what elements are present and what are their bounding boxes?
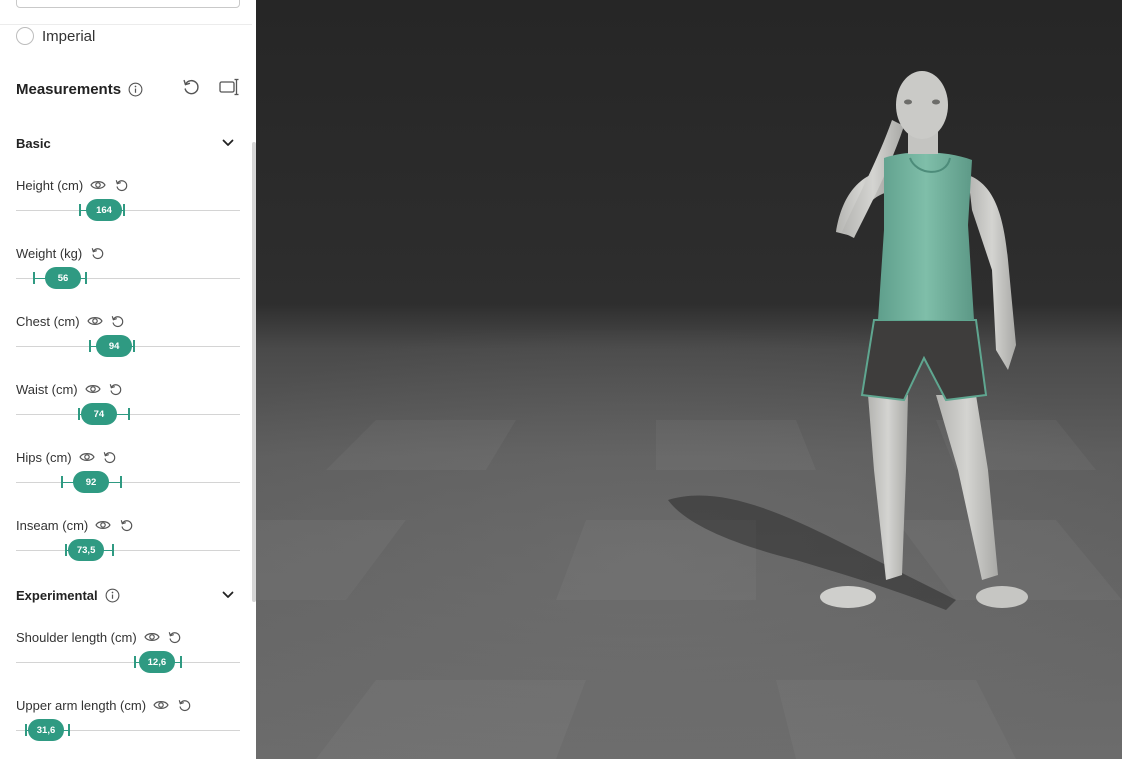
slider-track	[16, 549, 240, 551]
measurement-field-waist: Waist (cm) 74	[16, 380, 240, 440]
field-label-row: Hips (cm)	[16, 448, 118, 466]
imperial-radio[interactable]	[16, 27, 34, 45]
measurements-title: Measurements	[16, 80, 122, 98]
slider-thumb[interactable]: 31,6	[28, 719, 65, 741]
measurements-panel: Imperial Measurements Basic Height (cm) 1…	[0, 0, 256, 759]
reset-icon[interactable]	[118, 517, 134, 533]
slider-waist[interactable]: 74	[16, 402, 240, 426]
basic-section-title: Basic	[16, 135, 51, 151]
slider-track	[16, 481, 240, 483]
range-max-tick	[112, 544, 114, 556]
field-label-row: Waist (cm)	[16, 380, 124, 398]
range-max-tick	[123, 204, 125, 216]
field-label-chest: Chest (cm)	[16, 313, 80, 329]
slider-weight[interactable]: 56	[16, 266, 240, 290]
field-label-upper-arm-length: Upper arm length (cm)	[16, 697, 147, 713]
range-min-tick	[78, 408, 80, 420]
avatar-3d-viewport[interactable]	[256, 0, 1122, 759]
range-min-tick	[61, 476, 63, 488]
measurement-field-height: Height (cm) 164	[16, 176, 240, 236]
measurement-field-weight: Weight (kg) 56	[16, 244, 240, 304]
field-label-inseam: Inseam (cm)	[16, 517, 89, 533]
eye-icon[interactable]	[153, 697, 169, 713]
ruler-button[interactable]	[218, 78, 240, 100]
reset-icon[interactable]	[110, 313, 126, 329]
slider-track	[16, 661, 240, 663]
slider-chest[interactable]: 94	[16, 334, 240, 358]
range-min-tick	[89, 340, 91, 352]
slider-inseam[interactable]: 73,5	[16, 538, 240, 562]
reset-icon[interactable]	[89, 245, 105, 261]
basic-section-header[interactable]: Basic	[16, 132, 51, 154]
range-max-tick	[68, 724, 70, 736]
slider-upper-arm-length[interactable]: 31,6	[16, 718, 240, 742]
slider-shoulder-length[interactable]: 12,6	[16, 650, 240, 674]
field-label-hips: Hips (cm)	[16, 449, 72, 465]
eye-icon[interactable]	[90, 177, 106, 193]
imperial-label: Imperial	[42, 27, 96, 45]
eye-icon[interactable]	[86, 313, 103, 329]
reset-all-button[interactable]	[180, 78, 202, 100]
range-max-tick	[128, 408, 130, 420]
range-min-tick	[65, 544, 67, 556]
experimental-section-header[interactable]: Experimental	[16, 584, 120, 606]
slider-thumb[interactable]: 12,6	[138, 651, 175, 673]
slider-thumb[interactable]: 94	[96, 335, 133, 357]
field-label-row: Inseam (cm)	[16, 516, 134, 534]
range-max-tick	[120, 476, 122, 488]
field-label-waist: Waist (cm)	[16, 381, 78, 397]
reset-icon[interactable]	[108, 381, 124, 397]
measurements-header: Measurements	[16, 78, 143, 100]
field-label-row: Chest (cm)	[16, 312, 126, 330]
reset-icon[interactable]	[113, 177, 129, 193]
range-min-tick	[25, 724, 27, 736]
measurement-field-chest: Chest (cm) 94	[16, 312, 240, 372]
eye-icon[interactable]	[95, 517, 111, 533]
info-icon[interactable]	[105, 588, 120, 603]
range-min-tick	[33, 272, 35, 284]
slider-thumb[interactable]: 92	[73, 471, 110, 493]
field-label-row: Weight (kg)	[16, 244, 105, 262]
avatar-scene[interactable]	[256, 0, 1122, 759]
measurement-field-hips: Hips (cm) 92	[16, 448, 240, 508]
measurement-field-upper-arm-length: Upper arm length (cm) 31,6	[16, 696, 240, 756]
reset-icon	[181, 77, 201, 102]
field-label-row: Height (cm)	[16, 176, 129, 194]
eye-icon[interactable]	[84, 381, 101, 397]
slider-track	[16, 209, 240, 211]
reset-icon[interactable]	[102, 449, 118, 465]
range-max-tick	[133, 340, 135, 352]
info-icon[interactable]	[128, 82, 143, 97]
slider-hips[interactable]: 92	[16, 470, 240, 494]
measurement-field-shoulder-length: Shoulder length (cm) 12,6	[16, 628, 240, 688]
eye-icon[interactable]	[78, 449, 95, 465]
field-label-weight: Weight (kg)	[16, 245, 83, 261]
field-label-row: Upper arm length (cm)	[16, 696, 192, 714]
experimental-section-title: Experimental	[16, 587, 98, 603]
reset-icon[interactable]	[167, 629, 183, 645]
slider-thumb[interactable]: 73,5	[68, 539, 105, 561]
slider-thumb[interactable]: 74	[80, 403, 117, 425]
eye-icon[interactable]	[143, 629, 160, 645]
field-label-shoulder-length: Shoulder length (cm)	[16, 629, 137, 645]
divider	[0, 24, 252, 25]
range-max-tick	[180, 656, 182, 668]
reset-icon[interactable]	[176, 697, 192, 713]
unit-option-imperial[interactable]: Imperial	[16, 26, 95, 46]
slider-height[interactable]: 164	[16, 198, 240, 222]
field-label-row: Shoulder length (cm)	[16, 628, 183, 646]
chevron-down-icon[interactable]	[220, 135, 236, 151]
range-max-tick	[85, 272, 87, 284]
unit-search-field[interactable]	[16, 0, 240, 8]
slider-thumb[interactable]: 164	[86, 199, 123, 221]
range-min-tick	[134, 656, 136, 668]
ruler-icon	[218, 77, 240, 102]
slider-thumb[interactable]: 56	[45, 267, 82, 289]
field-label-height: Height (cm)	[16, 177, 84, 193]
range-min-tick	[79, 204, 81, 216]
measurement-field-inseam: Inseam (cm) 73,5	[16, 516, 240, 576]
chevron-down-icon[interactable]	[220, 587, 236, 603]
